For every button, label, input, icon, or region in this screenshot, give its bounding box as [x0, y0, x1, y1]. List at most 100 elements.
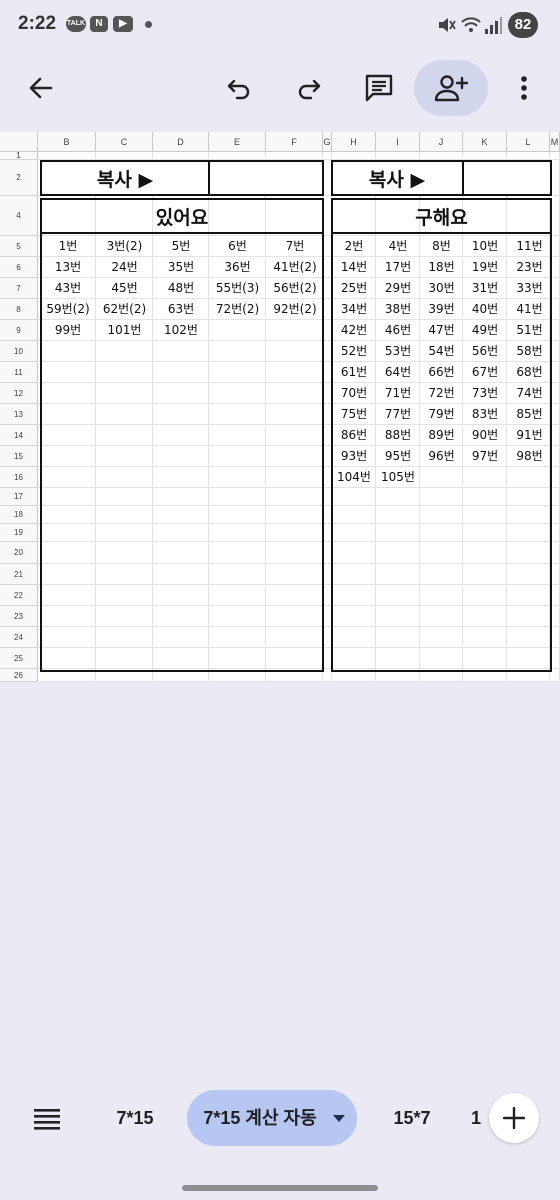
have-cell[interactable]: 35번 — [153, 257, 209, 278]
have-cell[interactable]: 36번 — [209, 257, 266, 278]
row-header-25[interactable]: 25 — [0, 648, 38, 669]
row-header-6[interactable]: 6 — [0, 257, 38, 278]
row-header-10[interactable]: 10 — [0, 341, 38, 362]
tab-15x7[interactable]: 15*7 — [376, 1090, 448, 1146]
want-cell[interactable]: 72번 — [420, 383, 463, 404]
want-cell[interactable]: 85번 — [507, 404, 552, 425]
want-cell[interactable]: 52번 — [332, 341, 376, 362]
column-header-d[interactable]: D — [153, 132, 209, 152]
want-cell[interactable]: 17번 — [376, 257, 420, 278]
want-cell[interactable]: 46번 — [376, 320, 420, 341]
redo-button[interactable] — [281, 60, 337, 116]
want-cell[interactable]: 95번 — [376, 446, 420, 467]
want-cell[interactable]: 58번 — [507, 341, 552, 362]
row-header-8[interactable]: 8 — [0, 299, 38, 320]
column-header-k[interactable]: K — [463, 132, 507, 152]
have-cell[interactable]: 3번(2) — [96, 236, 153, 257]
want-cell[interactable]: 31번 — [463, 278, 507, 299]
want-cell[interactable]: 2번 — [332, 236, 376, 257]
column-header-i[interactable]: I — [376, 132, 420, 152]
want-cell[interactable]: 47번 — [420, 320, 463, 341]
row-header-22[interactable]: 22 — [0, 585, 38, 606]
have-cell[interactable] — [209, 320, 266, 341]
have-cell[interactable]: 7번 — [266, 236, 324, 257]
have-cell[interactable]: 43번 — [40, 278, 96, 299]
have-cell[interactable]: 48번 — [153, 278, 209, 299]
want-cell[interactable]: 104번 — [332, 467, 376, 488]
column-header-e[interactable]: E — [209, 132, 266, 152]
want-cell[interactable]: 19번 — [463, 257, 507, 278]
have-cell[interactable]: 72번(2) — [209, 299, 266, 320]
want-cell[interactable]: 64번 — [376, 362, 420, 383]
want-cell[interactable]: 38번 — [376, 299, 420, 320]
chevron-down-icon[interactable] — [332, 1114, 346, 1123]
want-cell[interactable]: 93번 — [332, 446, 376, 467]
have-cell[interactable]: 99번 — [40, 320, 96, 341]
row-header-20[interactable]: 20 — [0, 542, 38, 564]
want-cell[interactable]: 41번 — [507, 299, 552, 320]
row-header-26[interactable]: 26 — [0, 669, 38, 682]
want-cell[interactable]: 73번 — [463, 383, 507, 404]
column-header-j[interactable]: J — [420, 132, 463, 152]
have-cell[interactable]: 92번(2) — [266, 299, 324, 320]
spreadsheet-grid[interactable]: B C D E F G H I J K L M 1 2 4 5 6 7 8 9 10 11 12 13 14 15 16 17 18 19… — [0, 132, 560, 682]
home-indicator[interactable] — [182, 1185, 378, 1191]
more-options-button[interactable] — [496, 60, 552, 116]
want-cell[interactable]: 54번 — [420, 341, 463, 362]
want-cell[interactable]: 75번 — [332, 404, 376, 425]
select-all-corner[interactable] — [0, 132, 38, 152]
row-header-17[interactable]: 17 — [0, 488, 38, 506]
want-cell[interactable]: 53번 — [376, 341, 420, 362]
row-header-23[interactable]: 23 — [0, 606, 38, 627]
want-cell[interactable]: 23번 — [507, 257, 552, 278]
want-cell[interactable]: 97번 — [463, 446, 507, 467]
want-cell[interactable]: 66번 — [420, 362, 463, 383]
have-cell[interactable]: 63번 — [153, 299, 209, 320]
row-header-9[interactable]: 9 — [0, 320, 38, 341]
row-header-19[interactable]: 19 — [0, 524, 38, 542]
want-cell[interactable]: 86번 — [332, 425, 376, 446]
want-cell[interactable]: 77번 — [376, 404, 420, 425]
want-cell[interactable]: 34번 — [332, 299, 376, 320]
have-cell[interactable]: 59번(2) — [40, 299, 96, 320]
want-cell[interactable]: 79번 — [420, 404, 463, 425]
want-cell[interactable]: 67번 — [463, 362, 507, 383]
want-cell[interactable]: 70번 — [332, 383, 376, 404]
row-header-13[interactable]: 13 — [0, 404, 38, 425]
row-header-11[interactable]: 11 — [0, 362, 38, 383]
want-cell[interactable]: 25번 — [332, 278, 376, 299]
have-cell[interactable]: 24번 — [96, 257, 153, 278]
tab-7x15[interactable]: 7*15 — [98, 1090, 172, 1146]
column-header-f[interactable]: F — [266, 132, 323, 152]
have-cell[interactable]: 5번 — [153, 236, 209, 257]
have-cell[interactable]: 41번(2) — [266, 257, 324, 278]
want-cell[interactable]: 61번 — [332, 362, 376, 383]
want-cell[interactable]: 68번 — [507, 362, 552, 383]
all-sheets-button[interactable] — [26, 1100, 68, 1138]
want-cell[interactable]: 30번 — [420, 278, 463, 299]
want-cell[interactable]: 51번 — [507, 320, 552, 341]
row-header-12[interactable]: 12 — [0, 383, 38, 404]
want-cell[interactable]: 10번 — [463, 236, 507, 257]
want-cell[interactable]: 42번 — [332, 320, 376, 341]
row-header-4[interactable]: 4 — [0, 196, 38, 236]
column-header-m[interactable]: M — [550, 132, 560, 152]
row-header-18[interactable]: 18 — [0, 506, 38, 524]
want-cell[interactable]: 39번 — [420, 299, 463, 320]
have-cell[interactable]: 56번(2) — [266, 278, 324, 299]
want-cell[interactable]: 11번 — [507, 236, 552, 257]
column-header-l[interactable]: L — [507, 132, 550, 152]
have-cell[interactable]: 101번 — [96, 320, 153, 341]
row-header-24[interactable]: 24 — [0, 627, 38, 648]
want-cell[interactable]: 40번 — [463, 299, 507, 320]
want-cell[interactable]: 90번 — [463, 425, 507, 446]
share-add-person-button[interactable] — [414, 60, 488, 116]
want-cell[interactable]: 8번 — [420, 236, 463, 257]
want-cell[interactable]: 98번 — [507, 446, 552, 467]
have-cell[interactable]: 55번(3) — [209, 278, 266, 299]
tab-partial[interactable]: 1 — [468, 1090, 484, 1146]
row-header-2[interactable]: 2 — [0, 160, 38, 196]
want-cell[interactable] — [463, 467, 507, 488]
column-header-h[interactable]: H — [332, 132, 376, 152]
want-cell[interactable]: 74번 — [507, 383, 552, 404]
